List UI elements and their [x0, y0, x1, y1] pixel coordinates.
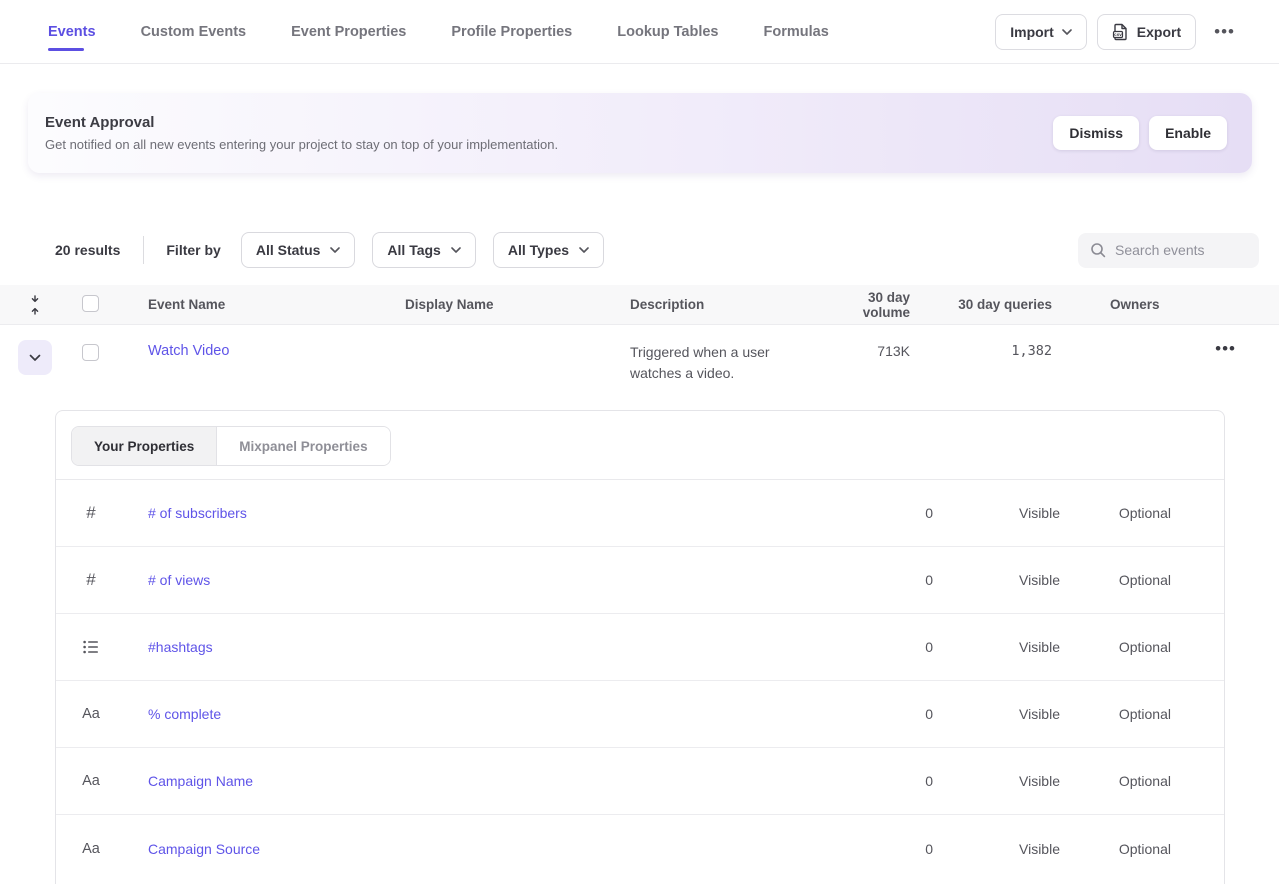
list-type-icon [56, 640, 126, 654]
col-header-event-name: Event Name [120, 297, 405, 312]
property-name-link[interactable]: Campaign Source [126, 841, 843, 857]
property-volume: 0 [843, 773, 933, 789]
property-visibility: Visible [933, 572, 1060, 588]
top-navigation: Events Custom Events Event Properties Pr… [0, 0, 1279, 64]
status-filter-dropdown[interactable]: All Status [241, 232, 356, 268]
filter-by-label: Filter by [166, 242, 220, 258]
banner-actions: Dismiss Enable [1053, 116, 1227, 150]
property-name-link[interactable]: Campaign Name [126, 773, 843, 789]
export-button-label: Export [1137, 24, 1181, 40]
nav-tab-list: Events Custom Events Event Properties Pr… [48, 0, 829, 63]
number-type-icon: # [56, 570, 126, 590]
events-table-header: Event Name Display Name Description 30 d… [0, 285, 1279, 325]
text-type-icon: Aa [56, 706, 126, 722]
chevron-down-icon [1062, 29, 1072, 35]
row-more-menu-icon[interactable]: ••• [1062, 337, 1279, 359]
col-header-queries: 30 day queries [920, 297, 1062, 312]
property-row: Aa Campaign Source 0 Visible Optional [56, 815, 1224, 882]
row-expander-button[interactable] [18, 340, 52, 375]
property-visibility: Visible [933, 773, 1060, 789]
filter-toolbar: 20 results Filter by All Status All Tags… [55, 232, 1259, 268]
text-type-icon: Aa [56, 773, 126, 789]
banner-description: Get notified on all new events entering … [45, 137, 558, 152]
event-description: Triggered when a user watches a video. [630, 337, 792, 384]
property-requirement: Optional [1060, 706, 1171, 722]
event-approval-banner: Event Approval Get notified on all new e… [28, 93, 1252, 173]
col-header-volume: 30 day volume [820, 290, 920, 320]
divider [143, 236, 144, 264]
property-volume: 0 [843, 505, 933, 521]
property-row: Aa % complete 0 Visible Optional [56, 681, 1224, 748]
tab-your-properties[interactable]: Your Properties [72, 427, 217, 465]
event-queries-value: 1,382 [920, 337, 1062, 359]
property-name-link[interactable]: # of views [126, 572, 843, 588]
tab-events[interactable]: Events [48, 0, 96, 63]
row-checkbox[interactable] [82, 344, 99, 361]
col-header-owners: Owners [1062, 297, 1279, 312]
event-name-link[interactable]: Watch Video [120, 337, 405, 359]
property-visibility: Visible [933, 841, 1060, 857]
event-volume-value: 713K [820, 337, 920, 359]
tags-filter-dropdown[interactable]: All Tags [372, 232, 475, 268]
nav-actions: Import csv Export ••• [995, 0, 1235, 63]
property-requirement: Optional [1060, 841, 1171, 857]
event-properties-panel: Your Properties Mixpanel Properties # # … [55, 410, 1225, 884]
search-events-box [1078, 233, 1259, 268]
col-header-display-name: Display Name [405, 297, 630, 312]
status-filter-label: All Status [256, 242, 321, 258]
tab-formulas[interactable]: Formulas [764, 0, 829, 63]
property-requirement: Optional [1060, 505, 1171, 521]
property-row: # # of subscribers 0 Visible Optional [56, 480, 1224, 547]
banner-title: Event Approval [45, 114, 558, 131]
event-table-row: Watch Video Triggered when a user watche… [0, 325, 1279, 395]
nav-more-menu-icon[interactable]: ••• [1214, 22, 1235, 42]
import-button[interactable]: Import [995, 14, 1087, 50]
tab-mixpanel-properties[interactable]: Mixpanel Properties [217, 427, 389, 465]
search-icon [1090, 242, 1106, 258]
tags-filter-label: All Tags [387, 242, 440, 258]
properties-tab-control: Your Properties Mixpanel Properties [71, 426, 391, 466]
col-header-description: Description [630, 297, 820, 312]
search-events-input[interactable] [1115, 242, 1249, 258]
tab-event-properties[interactable]: Event Properties [291, 0, 406, 63]
property-visibility: Visible [933, 706, 1060, 722]
property-name-link[interactable]: #hashtags [126, 639, 843, 655]
banner-text: Event Approval Get notified on all new e… [45, 114, 558, 152]
chevron-down-icon [451, 247, 461, 253]
export-button[interactable]: csv Export [1097, 14, 1196, 50]
property-row: # # of views 0 Visible Optional [56, 547, 1224, 614]
tab-profile-properties[interactable]: Profile Properties [451, 0, 572, 63]
property-name-link[interactable]: % complete [126, 706, 843, 722]
property-row: #hashtags 0 Visible Optional [56, 614, 1224, 681]
tab-custom-events[interactable]: Custom Events [141, 0, 247, 63]
property-requirement: Optional [1060, 572, 1171, 588]
types-filter-dropdown[interactable]: All Types [493, 232, 604, 268]
enable-button[interactable]: Enable [1149, 116, 1227, 150]
text-type-icon: Aa [56, 841, 126, 857]
property-volume: 0 [843, 639, 933, 655]
csv-file-icon: csv [1112, 23, 1129, 41]
property-requirement: Optional [1060, 639, 1171, 655]
collapse-all-icon[interactable] [0, 295, 70, 315]
properties-tabbar: Your Properties Mixpanel Properties [56, 411, 1224, 480]
types-filter-label: All Types [508, 242, 569, 258]
property-volume: 0 [843, 572, 933, 588]
chevron-down-icon [29, 354, 41, 362]
property-row: Aa Campaign Name 0 Visible Optional [56, 748, 1224, 815]
property-requirement: Optional [1060, 773, 1171, 789]
svg-text:csv: csv [1114, 32, 1122, 37]
dismiss-button[interactable]: Dismiss [1053, 116, 1139, 150]
chevron-down-icon [579, 247, 589, 253]
import-button-label: Import [1010, 24, 1054, 40]
tab-lookup-tables[interactable]: Lookup Tables [617, 0, 718, 63]
property-volume: 0 [843, 841, 933, 857]
property-visibility: Visible [933, 639, 1060, 655]
property-visibility: Visible [933, 505, 1060, 521]
chevron-down-icon [330, 247, 340, 253]
property-volume: 0 [843, 706, 933, 722]
property-name-link[interactable]: # of subscribers [126, 505, 843, 521]
select-all-checkbox[interactable] [82, 295, 99, 312]
results-count: 20 results [55, 242, 120, 258]
number-type-icon: # [56, 503, 126, 523]
